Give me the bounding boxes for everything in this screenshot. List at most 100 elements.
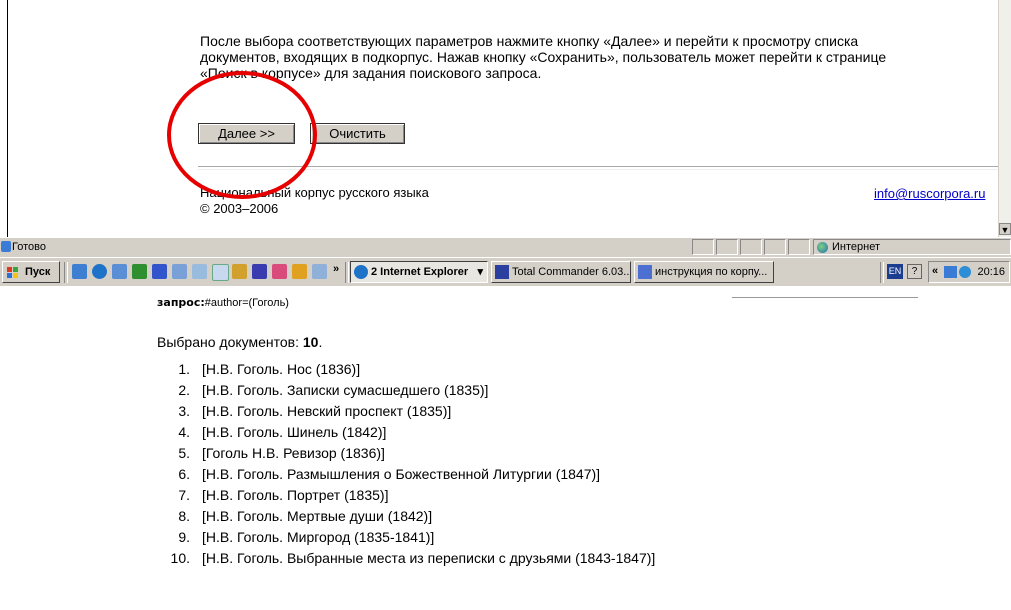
count-value: 10	[302, 334, 319, 350]
list-item: 3. [Н.В. Гоголь. Невский проспект (1835)]	[162, 401, 655, 422]
display-icon[interactable]	[312, 264, 327, 279]
item-number: 2.	[178, 382, 190, 398]
list-item: 8. [Н.В. Гоголь. Мертвые души (1842)]	[162, 506, 655, 527]
item-number: 5.	[178, 445, 190, 461]
language-indicator[interactable]: EN	[887, 264, 903, 279]
count-label: Выбрано документов:	[157, 334, 303, 350]
instruction-line: «Поиск в корпусе» для задания поискового…	[200, 65, 542, 81]
status-cell	[716, 239, 738, 255]
media-icon[interactable]	[272, 264, 287, 279]
item-number: 6.	[178, 466, 190, 482]
list-item: 2. [Н.В. Гоголь. Записки сумасшедшего (18…	[162, 380, 655, 401]
count-suffix: .	[318, 334, 323, 350]
results-page: запрос:#author=(Гоголь) Выбрано документ…	[0, 286, 1011, 610]
document-title: [Н.В. Гоголь. Миргород (1835-1841)]	[202, 529, 435, 545]
ie-icon	[354, 265, 368, 279]
footer-copyright: © 2003–2006	[200, 201, 279, 216]
outlook-icon[interactable]	[112, 264, 127, 279]
task-label: Total Commander 6.03...	[512, 266, 631, 278]
status-cell	[788, 239, 810, 255]
document-title: [Гоголь Н.В. Ревизор (1836)]	[202, 445, 385, 461]
zone-label: Интернет	[832, 241, 880, 253]
document-title: [Н.В. Гоголь. Мертвые души (1842)]	[202, 508, 433, 524]
clear-button[interactable]: Очистить	[310, 123, 405, 144]
query-value: #author=(Гоголь)	[204, 297, 289, 309]
footer-email-link[interactable]: info@ruscorpora.ru	[874, 186, 985, 201]
desktop-icon[interactable]	[72, 264, 87, 279]
network-icon[interactable]	[172, 264, 187, 279]
footer-divider	[198, 166, 998, 170]
task-total-commander[interactable]: Total Commander 6.03...	[491, 261, 631, 283]
tray-expand-icon[interactable]: «	[932, 265, 938, 277]
system-tray: « 20:16	[928, 261, 1010, 283]
task-label: инструкция по корпу...	[655, 266, 768, 278]
list-item: 10. [Н.В. Гоголь. Выбранные места из пере…	[162, 548, 656, 569]
document-title: [Н.В. Гоголь. Выбранные места из перепис…	[202, 550, 656, 566]
item-number: 9.	[178, 529, 190, 545]
browser-content: После выбора соответствующих параметров …	[0, 0, 1011, 237]
list-item: 4. [Н.В. Гоголь. Шинель (1842)]	[162, 422, 655, 443]
globe-tray-icon[interactable]	[959, 266, 971, 278]
vertical-scrollbar[interactable]: ▼	[998, 0, 1011, 237]
status-cell	[764, 239, 786, 255]
total-commander-icon	[495, 265, 509, 279]
item-number: 10.	[170, 550, 190, 566]
page-left-border	[7, 0, 8, 237]
windows-taskbar: Пуск » 2 Internet Explorer ▾ Total Comma…	[0, 257, 1011, 286]
task-label: 2 Internet Explorer	[371, 266, 469, 278]
query-label: запрос:	[157, 296, 205, 309]
document-title: [Н.В. Гоголь. Размышления о Божественной…	[202, 466, 601, 482]
window-icon[interactable]	[212, 264, 229, 281]
word-icon[interactable]	[152, 264, 167, 279]
security-zone: Интернет	[813, 239, 1011, 255]
internet-globe-icon	[817, 242, 828, 253]
status-cell	[740, 239, 762, 255]
network-tray-icon[interactable]	[944, 266, 957, 278]
start-button[interactable]: Пуск	[2, 261, 60, 283]
status-cell	[692, 239, 714, 255]
instruction-line: После выбора соответствующих параметров …	[200, 33, 859, 49]
item-number: 4.	[178, 424, 190, 440]
scroll-down-arrow-icon[interactable]: ▼	[999, 223, 1011, 235]
list-item: 9. [Н.В. Гоголь. Миргород (1835-1841)]	[162, 527, 655, 548]
instruction-line: документов, входящих в подкорпус. Нажав …	[200, 49, 887, 65]
help-icon[interactable]: ?	[907, 264, 922, 279]
query-line: запрос:#author=(Гоголь)	[157, 296, 289, 309]
chevron-down-icon: ▾	[477, 266, 483, 278]
word-document-icon	[638, 265, 652, 279]
windows-flag-icon	[7, 267, 18, 278]
document-title: [Н.В. Гоголь. Записки сумасшедшего (1835…	[202, 382, 489, 398]
pen-icon[interactable]	[192, 264, 207, 279]
document-title: [Н.В. Гоголь. Невский проспект (1835)]	[202, 403, 452, 419]
document-title: [Н.В. Гоголь. Шинель (1842)]	[202, 424, 387, 440]
quicklaunch-overflow-icon[interactable]: »	[333, 263, 339, 275]
taskbar-separator	[880, 262, 884, 283]
instruction-paragraph: После выбора соответствующих параметров …	[200, 33, 990, 81]
taskbar-separator	[345, 262, 349, 283]
item-number: 1.	[178, 361, 190, 377]
tools-icon[interactable]	[232, 264, 247, 279]
excel-icon[interactable]	[132, 264, 147, 279]
document-title: [Н.В. Гоголь. Портрет (1835)]	[202, 487, 389, 503]
folder-icon[interactable]	[292, 264, 307, 279]
query-divider	[732, 297, 918, 298]
item-number: 8.	[178, 508, 190, 524]
documents-list: 1. [Н.В. Гоголь. Нос (1836)] 2. [Н.В. Гого…	[162, 359, 656, 569]
taskbar-separator	[64, 262, 68, 283]
list-item: 1. [Н.В. Гоголь. Нос (1836)]	[162, 359, 655, 380]
browser-status-bar: Готово Интернет	[0, 237, 1011, 257]
list-item: 5. [Гоголь Н.В. Ревизор (1836)]	[162, 443, 655, 464]
status-text: Готово	[12, 241, 46, 253]
list-item: 6. [Н.В. Гоголь. Размышления о Божественн…	[162, 464, 655, 485]
highlight-circle	[167, 71, 317, 199]
task-internet-explorer[interactable]: 2 Internet Explorer ▾	[350, 261, 488, 283]
clock[interactable]: 20:16	[977, 266, 1005, 278]
document-title: [Н.В. Гоголь. Нос (1836)]	[202, 361, 361, 377]
ie-icon[interactable]	[92, 264, 107, 279]
task-word-document[interactable]: инструкция по корпу...	[634, 261, 774, 283]
list-item: 7. [Н.В. Гоголь. Портрет (1835)]	[162, 485, 655, 506]
documents-count: Выбрано документов: 10.	[157, 334, 322, 350]
page-icon	[1, 241, 11, 252]
item-number: 3.	[178, 403, 190, 419]
floppy-icon[interactable]	[252, 264, 267, 279]
